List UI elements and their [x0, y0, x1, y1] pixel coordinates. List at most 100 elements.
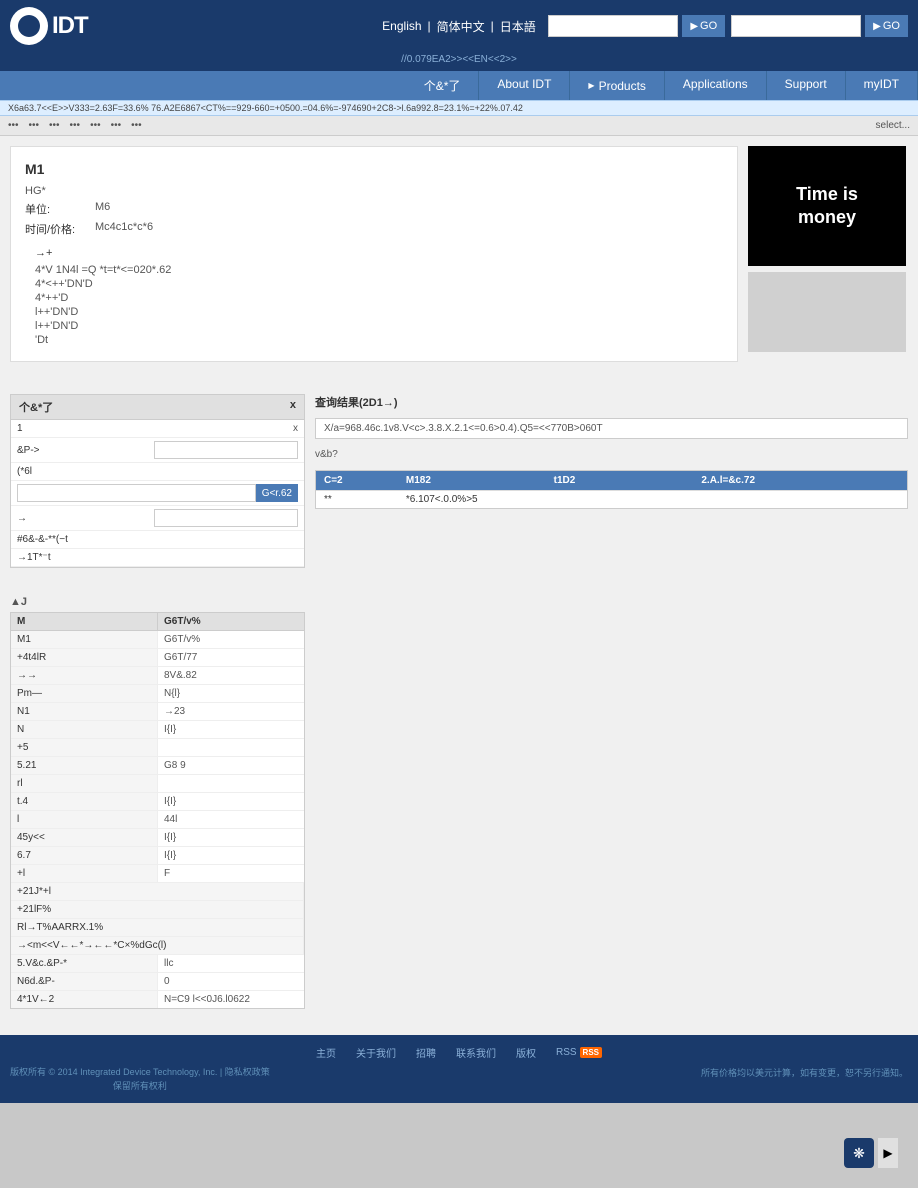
ticker-text: X6a63.7<<E>>V333=2.63F=33.6% 76.A2E6867<… — [8, 103, 523, 113]
search-input-2[interactable] — [731, 15, 861, 37]
spec-label-18: →<m<<V←←*→←←*C×%dGc(l) — [11, 937, 304, 954]
product-list-item-4: l++'DN'D — [35, 305, 723, 319]
footer-link-about[interactable]: 关于我们 — [356, 1045, 396, 1060]
product-title: M1 — [25, 161, 723, 177]
product-label-1: 单位: — [25, 201, 85, 217]
filter-row-7: →1T*⁻t — [11, 549, 304, 567]
nav-item-support[interactable]: Support — [767, 71, 846, 100]
filter-row-6-label: #6&-&-**(−t — [17, 534, 298, 545]
yammer-symbol: ❋ — [853, 1145, 865, 1162]
spec-value-6: I{I} — [158, 721, 304, 738]
spec-header-col2: G6T/v% — [158, 613, 304, 630]
filter-item-7[interactable]: ••• — [131, 120, 142, 131]
spec-row-10: t.4 I{I} — [11, 793, 304, 811]
spec-label-10: t.4 — [11, 793, 158, 810]
filter-row-1: 1 x — [11, 420, 304, 438]
filter-row-4-btn[interactable]: G<r.62 — [256, 484, 298, 502]
spec-value-21: N=C9 l<<0J6.l0622 — [158, 991, 304, 1008]
footer-right-text: 所有价格均以美元计算，如有变更，恕不另行通知。 — [701, 1066, 908, 1079]
spec-header-col1: M — [11, 613, 158, 630]
spec-row-7: +5 — [11, 739, 304, 757]
product-subtitle: HG* — [25, 185, 723, 197]
nav-english[interactable]: English — [382, 19, 421, 33]
spec-row-9: rl — [11, 775, 304, 793]
go-arrow-icon-1: ▶ — [690, 21, 698, 32]
spec-label-12: 45y<< — [11, 829, 158, 846]
spec-value-4: N{l} — [158, 685, 304, 702]
filter-item-4[interactable]: ••• — [70, 120, 81, 131]
results-td-1-4 — [693, 491, 907, 508]
spec-label-17: Rl→T%AARRX.1% — [11, 919, 304, 936]
nav-bar: 个&*了 About IDT ▶ Products Applications S… — [0, 71, 918, 100]
results-th-4: 2.A.l=&c.72 — [693, 471, 907, 490]
spec-label-6: N — [11, 721, 158, 738]
filter-row-2-input[interactable] — [154, 441, 299, 459]
filter-item-3[interactable]: ••• — [49, 120, 60, 131]
nav-sep2: | — [491, 19, 494, 33]
results-th-3: t1D2 — [546, 471, 694, 490]
results-td-1-1: ** — [316, 491, 398, 508]
filter-item-2[interactable]: ••• — [29, 120, 40, 131]
footer-copyright-line1: 版权所有 © 2014 Integrated Device Technology… — [10, 1066, 270, 1080]
nav-item-products[interactable]: ▶ Products — [570, 71, 665, 100]
filter-row-3-label: (*6l — [17, 466, 298, 477]
filter-row-7-label: →1T*⁻t — [17, 552, 298, 563]
footer-spacer — [0, 1015, 918, 1035]
filter-row-5-input[interactable] — [154, 509, 299, 527]
nav-sep1: | — [428, 19, 431, 33]
spec-row-2: +4t4lR G6T/77 — [11, 649, 304, 667]
product-list-item-2: 4*<++'DN'D — [35, 277, 723, 291]
section-divider-2 — [0, 574, 918, 590]
filter-row-3: (*6l — [11, 463, 304, 481]
go-label-1: GO — [700, 20, 717, 32]
nav-chinese[interactable]: 简体中文 — [437, 18, 485, 35]
footer-link-careers[interactable]: 招聘 — [416, 1045, 436, 1060]
product-list-item-6: 'Dt — [35, 333, 723, 347]
footer-copyright-line2: 保留所有权利 — [10, 1080, 270, 1094]
results-td-1-2: *6.107<.0.0%>5 — [398, 491, 546, 508]
nav-item-applications[interactable]: Applications — [665, 71, 767, 100]
filter-item-6[interactable]: ••• — [111, 120, 122, 131]
filter-item-5[interactable]: ••• — [90, 120, 101, 131]
main-content: M1 HG* 单位: M6 时间/价格: Mc4c1c*c*6 →+ 4*V 1… — [0, 136, 918, 372]
widget-arrow-button[interactable]: ▶ — [878, 1138, 898, 1168]
filter-select[interactable]: select... — [876, 120, 910, 131]
product-panel: M1 HG* 单位: M6 时间/价格: Mc4c1c*c*6 →+ 4*V 1… — [10, 146, 738, 362]
nav-item-about-idt[interactable]: About IDT — [479, 71, 570, 100]
spec-row-header: M G6T/v% — [11, 613, 304, 631]
nav-japanese[interactable]: 日本語 — [500, 18, 536, 35]
spec-label-11: l — [11, 811, 158, 828]
spec-value-3: 8V&.82 — [158, 667, 304, 684]
results-row-1[interactable]: ** *6.107<.0.0%>5 — [316, 490, 907, 508]
footer-link-contact[interactable]: 联系我们 — [456, 1045, 496, 1060]
logo-text: IDT — [52, 12, 88, 40]
filter-clear-button[interactable]: x — [290, 399, 296, 415]
footer-links-row: 主页 关于我们 招聘 联系我们 版权 RSS RSS — [10, 1045, 908, 1060]
search-go-button-1[interactable]: ▶ GO — [682, 15, 725, 37]
spec-label-8: 5.21 — [11, 757, 158, 774]
logo-inner-circle — [18, 15, 40, 37]
spec-value-1: G6T/v% — [158, 631, 304, 648]
spec-value-8: G8 9 — [158, 757, 304, 774]
search-input-1[interactable] — [548, 15, 678, 37]
bottom-right-widget: ❋ ▶ — [844, 1138, 898, 1168]
nav-item-about[interactable]: 个&*了 — [406, 71, 480, 100]
spec-label-4: Pm— — [11, 685, 158, 702]
footer-link-privacy[interactable]: 版权 — [516, 1045, 536, 1060]
go-label-2: GO — [883, 20, 900, 32]
nav-item-myidt[interactable]: myIDT — [846, 71, 918, 100]
filter-row-4: G<r.62 — [11, 481, 304, 506]
search-go-button-2[interactable]: ▶ GO — [865, 15, 908, 37]
product-list-item-1: 4*V 1N4l =Q *t=t*<=020*.62 — [35, 263, 723, 277]
footer-link-rss[interactable]: RSS RSS — [556, 1045, 602, 1060]
product-label-2: 时间/价格: — [25, 221, 85, 237]
filter-row-6: #6&-&-**(−t — [11, 531, 304, 549]
ad-box[interactable]: Time is money — [748, 146, 906, 266]
footer-link-home[interactable]: 主页 — [316, 1045, 336, 1060]
spec-row-15: +21J*+l — [11, 883, 304, 901]
spec-value-12: I{I} — [158, 829, 304, 846]
filter-row-4-input[interactable] — [17, 484, 256, 502]
ticker-bar: X6a63.7<<E>>V333=2.63F=33.6% 76.A2E6867<… — [0, 100, 918, 116]
filter-item-1[interactable]: ••• — [8, 120, 19, 131]
spec-row-12: 45y<< I{I} — [11, 829, 304, 847]
